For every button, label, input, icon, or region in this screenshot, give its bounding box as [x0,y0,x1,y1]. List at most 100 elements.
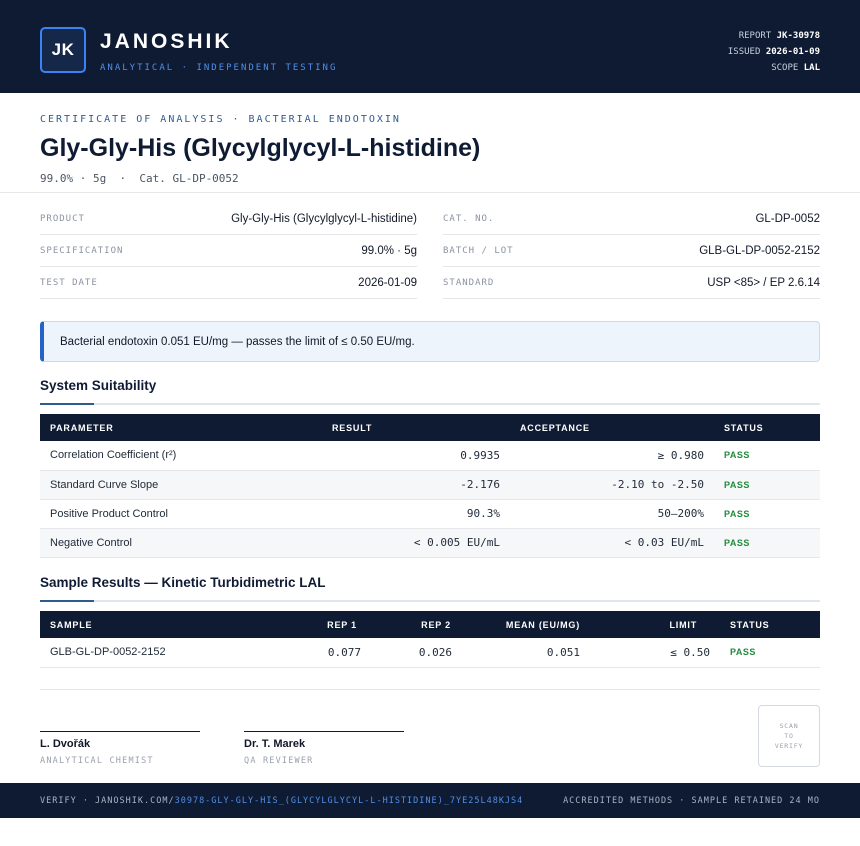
info-batch: BATCH / LOT GLB-GL-DP-0052-2152 [443,235,820,267]
document-subtitle: 99.0% · 5g · Cat. GL-DP-0052 [40,172,239,185]
scope-value: LAL [803,63,820,73]
col-sample: SAMPLE [50,619,93,630]
table-row: GLB-GL-DP-0052-2152 0.077 0.026 0.051 ≤ … [40,638,820,668]
table-row: Correlation Coefficient (r²) 0.9935 ≥ 0.… [40,441,820,471]
info-cat-label: CAT. NO. [443,213,495,224]
issued-value: 2026-01-09 [765,47,820,57]
brand-logo: JK [40,27,86,73]
status-badge: PASS [724,537,750,548]
samples-header-row: SAMPLE REP 1 REP 2 MEAN (EU/MG) LIMIT ST… [40,611,820,638]
col-rep1: REP 1 [327,619,357,630]
reviewer-role: QA REVIEWER [244,756,314,766]
status-badge: PASS [730,647,756,658]
verify-path: 30978-GLY-GLY-HIS_(GLYCYLGLYCYL-L-HISTID… [174,795,524,806]
result-cell: 90.3% [322,499,510,529]
mean-cell: 0.051 [452,638,580,668]
brand-tagline: ANALYTICAL · INDEPENDENT TESTING [100,63,338,73]
verify-qr-placeholder[interactable]: SCAN TO VERIFY [758,705,820,767]
suitability-header-row: PARAMETER RESULT ACCEPTANCE STATUS [40,414,820,441]
report-id-line: REPORT JK-30978 [728,28,820,44]
info-standard-value: USP <85> / EP 2.6.14 [707,276,820,289]
result-cell: -2.176 [322,470,510,500]
reviewer-signature-line [244,731,404,732]
samples-section-rule [40,600,820,602]
report-id-value: JK-30978 [776,31,820,41]
info-cat-value: GL-DP-0052 [755,212,820,225]
chemist-signature-line [40,731,200,732]
samples-section-accent [40,600,94,602]
brand-name: JANOSHIK [100,30,233,53]
suitability-table: PARAMETER RESULT ACCEPTANCE STATUS Corre… [40,414,820,558]
document-kicker: CERTIFICATE OF ANALYSIS · BACTERIAL ENDO… [40,114,401,125]
info-date-label: TEST DATE [40,277,98,288]
limit-cell: ≤ 0.50 [580,638,720,668]
scope-line: SCOPE LAL [728,60,820,76]
sample-cell: GLB-GL-DP-0052-2152 [40,638,265,668]
col-result: RESULT [332,422,373,433]
report-meta: REPORT JK-30978 ISSUED 2026-01-09 SCOPE … [728,28,820,76]
info-batch-value: GLB-GL-DP-0052-2152 [699,244,820,257]
status-badge: PASS [724,479,750,490]
info-spec-label: SPECIFICATION [40,245,124,256]
parameter-cell: Negative Control [40,528,322,558]
qr-text-line: TO [784,732,794,740]
info-spec-value: 99.0% · 5g [361,244,417,257]
info-standard-label: STANDARD [443,277,495,288]
rep1-cell: 0.077 [265,638,361,668]
info-specification: SPECIFICATION 99.0% · 5g [40,235,417,267]
info-standard: STANDARD USP <85> / EP 2.6.14 [443,267,820,299]
acceptance-cell: ≥ 0.980 [510,441,714,471]
col-mean: MEAN (EU/MG) [505,619,580,630]
result-callout-text: Bacterial endotoxin 0.051 EU/mg — passes… [60,335,415,348]
table-row: Negative Control < 0.005 EU/mL < 0.03 EU… [40,528,820,558]
qr-text-line: SCAN [779,722,799,730]
status-badge: PASS [724,508,750,519]
footer-notes: ACCREDITED METHODS · SAMPLE RETAINED 24 … [563,795,820,806]
table-row: Positive Product Control 90.3% 50–200% P… [40,499,820,529]
info-product: PRODUCT Gly-Gly-His (Glycylglycyl-L-hist… [40,203,417,235]
col-parameter: PARAMETER [50,422,114,433]
suitability-section-title: System Suitability [40,378,157,393]
result-cell: 0.9935 [322,441,510,471]
parameter-cell: Correlation Coefficient (r²) [40,441,322,471]
suitability-section-accent [40,403,94,405]
status-badge: PASS [724,450,750,461]
chemist-role: ANALYTICAL CHEMIST [40,756,154,766]
verify-prefix: VERIFY · JANOSHIK.COM/ [40,795,175,806]
report-header: JK JANOSHIK ANALYTICAL · INDEPENDENT TES… [0,0,860,93]
info-batch-label: BATCH / LOT [443,245,514,256]
reviewer-name: Dr. T. Marek [244,738,306,750]
col-acceptance: ACCEPTANCE [520,422,590,433]
issued-label: ISSUED [727,47,761,57]
table-row: Standard Curve Slope -2.176 -2.10 to -2.… [40,470,820,500]
result-callout: Bacterial endotoxin 0.051 EU/mg — passes… [40,321,820,362]
info-product-value: Gly-Gly-His (Glycylglycyl-L-histidine) [231,212,417,225]
chemist-name: L. Dvořák [40,738,91,750]
result-cell: < 0.005 EU/mL [322,528,510,558]
parameter-cell: Standard Curve Slope [40,470,322,500]
info-date-value: 2026-01-09 [358,276,417,289]
acceptance-cell: < 0.03 EU/mL [510,528,714,558]
report-id-label: REPORT [738,31,772,41]
samples-section-title: Sample Results — Kinetic Turbidimetric L… [40,575,326,590]
col-limit: LIMIT [669,619,697,630]
signature-divider [40,689,820,690]
document-title: Gly-Gly-His (Glycylglycyl-L-histidine) [40,134,481,162]
report-footer: VERIFY · JANOSHIK.COM/30978-GLY-GLY-HIS_… [0,783,860,818]
col-rep2: REP 2 [421,619,451,630]
info-test-date: TEST DATE 2026-01-09 [40,267,417,299]
title-divider [0,192,860,193]
acceptance-cell: 50–200% [510,499,714,529]
col-status: STATUS [724,422,764,433]
info-product-label: PRODUCT [40,213,85,224]
col-status: STATUS [730,619,770,630]
suitability-section-rule [40,403,820,405]
qr-text-line: VERIFY [774,742,804,750]
verify-link[interactable]: VERIFY · JANOSHIK.COM/30978-GLY-GLY-HIS_… [40,796,523,806]
parameter-cell: Positive Product Control [40,499,322,529]
samples-table: SAMPLE REP 1 REP 2 MEAN (EU/MG) LIMIT ST… [40,611,820,668]
issued-line: ISSUED 2026-01-09 [728,44,820,60]
info-cat-no: CAT. NO. GL-DP-0052 [443,203,820,235]
rep2-cell: 0.026 [361,638,452,668]
acceptance-cell: -2.10 to -2.50 [510,470,714,500]
